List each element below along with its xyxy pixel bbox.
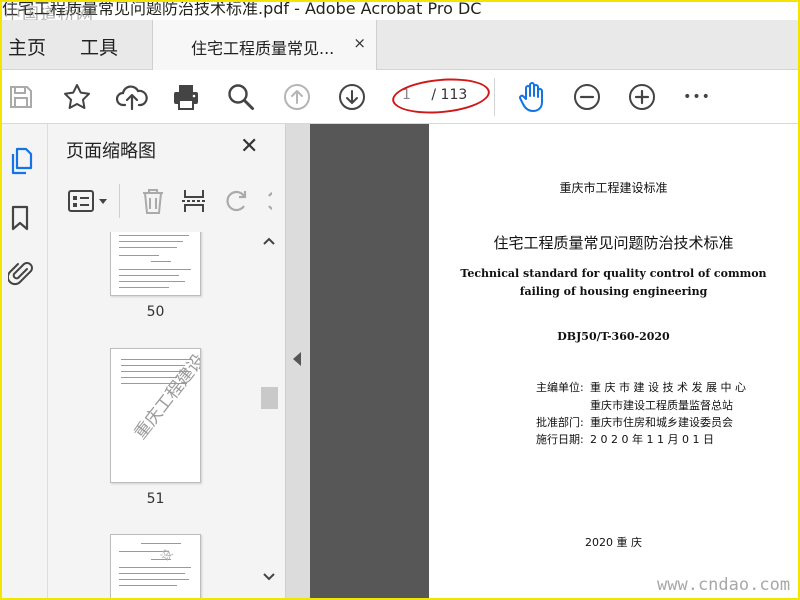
title-bar: 住宅工程质量常见问题防治技术标准.pdf - Adobe Acrobat Pro… bbox=[2, 2, 798, 20]
collapse-arrow-icon bbox=[293, 352, 301, 366]
thumbnail-list: 50 重庆工程建设 51 设 bbox=[48, 232, 256, 598]
date-label: 施行日期: bbox=[536, 433, 584, 446]
effective-date: 2 0 2 0 年 1 1 月 0 1 日 bbox=[590, 433, 714, 446]
rotate-icon bbox=[226, 190, 247, 212]
document-footer: 2020 重 庆 bbox=[585, 536, 642, 549]
zoom-out-icon bbox=[574, 84, 600, 110]
tab-bar: 主页 工具 住宅工程质量常见... × bbox=[2, 20, 798, 70]
scroll-down-arrow[interactable] bbox=[262, 572, 276, 582]
close-panel-button[interactable]: ✕ bbox=[240, 134, 258, 159]
bookmarks-button[interactable] bbox=[9, 204, 31, 232]
zoom-in-icon bbox=[629, 84, 655, 110]
previous-page-button[interactable] bbox=[280, 80, 314, 114]
pages-icon bbox=[11, 147, 33, 175]
bookmark-star-button[interactable] bbox=[60, 80, 94, 114]
paperclip-icon bbox=[8, 262, 33, 286]
search-icon bbox=[228, 84, 254, 110]
document-title-en-line2: failing of housing engineering bbox=[519, 285, 708, 298]
tab-document[interactable]: 住宅工程质量常见... × bbox=[152, 20, 377, 70]
left-rail bbox=[2, 124, 48, 598]
attachments-button[interactable] bbox=[8, 258, 34, 288]
rotate-right-icon bbox=[268, 191, 272, 211]
scroll-up-arrow[interactable] bbox=[262, 236, 276, 246]
toolbar: 1 / 113 ••• bbox=[2, 70, 798, 124]
tab-home[interactable]: 主页 bbox=[8, 33, 46, 60]
page-thumbnails-button[interactable] bbox=[8, 146, 34, 176]
thumbnail-stamp-52: 设 bbox=[158, 546, 176, 564]
editor-1: 重 庆 市 建 设 技 术 发 展 中 心 bbox=[590, 381, 746, 394]
save-button[interactable] bbox=[4, 80, 38, 114]
editor-label: 主编单位: bbox=[536, 381, 584, 394]
next-page-button[interactable] bbox=[335, 80, 369, 114]
standard-code: DBJ50/T-360-2020 bbox=[557, 330, 670, 343]
panel-title: 页面缩略图 bbox=[66, 141, 156, 162]
annotation-circle bbox=[390, 74, 492, 118]
page-extract-icon bbox=[182, 190, 206, 212]
thumbnail-stamp: 重庆工程建设 bbox=[130, 350, 201, 444]
print-button[interactable] bbox=[169, 80, 203, 114]
watermark-top: 中国道桥网 bbox=[4, 5, 94, 20]
thumbnail-number-50: 50 bbox=[146, 304, 165, 320]
document-title-cn: 住宅工程质量常见问题防治技术标准 bbox=[493, 234, 734, 252]
delete-page-button[interactable] bbox=[140, 187, 166, 215]
search-button[interactable] bbox=[224, 80, 258, 114]
editor-2: 重庆市建设工程质量监督总站 bbox=[590, 399, 733, 412]
printer-icon bbox=[174, 85, 198, 110]
trash-icon bbox=[143, 189, 163, 214]
list-options-icon bbox=[68, 190, 107, 212]
thumbnail-page-52[interactable]: 设 bbox=[110, 534, 201, 598]
document-title-en-line1: Technical standard for quality control o… bbox=[460, 267, 767, 280]
zoom-in-button[interactable] bbox=[625, 80, 659, 114]
pdf-page: 重庆市工程建设标准 住宅工程质量常见问题防治技术标准 Technical sta… bbox=[429, 124, 798, 598]
rotate-page-button[interactable] bbox=[223, 188, 251, 214]
cloud-upload-icon bbox=[116, 85, 148, 111]
standard-type: 重庆市工程建设标准 bbox=[559, 181, 668, 195]
thumbnails-panel: 页面缩略图 ✕ 50 重庆工程建设 51 设 bbox=[48, 124, 286, 598]
star-icon bbox=[64, 84, 90, 109]
arrow-down-icon bbox=[339, 84, 365, 110]
panel-toolbar bbox=[48, 182, 286, 222]
app-window: 住宅工程质量常见问题防治技术标准.pdf - Adobe Acrobat Pro… bbox=[2, 2, 798, 598]
bookmark-icon bbox=[11, 205, 29, 231]
arrow-up-icon bbox=[284, 84, 310, 110]
document-tab-label: 住宅工程质量常见... bbox=[191, 39, 335, 58]
toolbar-divider bbox=[494, 78, 495, 116]
thumbnail-scrollbar[interactable] bbox=[258, 232, 280, 598]
thumbnail-page-50[interactable] bbox=[110, 232, 201, 296]
more-tools-button[interactable]: ••• bbox=[680, 80, 714, 114]
close-tab-button[interactable]: × bbox=[353, 34, 366, 52]
tab-tools[interactable]: 工具 bbox=[80, 33, 118, 60]
extract-page-button[interactable] bbox=[181, 187, 207, 215]
hand-tool-button[interactable] bbox=[515, 80, 549, 114]
approver: 重庆市住房和城乡建设委员会 bbox=[590, 416, 733, 429]
scrollbar-thumb[interactable] bbox=[261, 387, 278, 409]
collapse-panel-button[interactable] bbox=[286, 124, 310, 598]
hand-icon bbox=[519, 82, 543, 112]
rotate-clockwise-button[interactable] bbox=[262, 188, 272, 214]
panel-toolbar-divider bbox=[119, 184, 120, 218]
chevron-up-icon bbox=[263, 237, 275, 245]
thumbnail-number-51: 51 bbox=[146, 491, 165, 507]
save-icon bbox=[10, 86, 32, 108]
chevron-down-icon bbox=[263, 573, 275, 581]
upload-button[interactable] bbox=[115, 80, 149, 114]
approver-label: 批准部门: bbox=[536, 416, 584, 429]
options-menu-button[interactable] bbox=[68, 188, 112, 214]
thumbnail-page-51[interactable]: 重庆工程建设 bbox=[110, 348, 201, 483]
zoom-out-button[interactable] bbox=[570, 80, 604, 114]
watermark-bottom: www.cndao.com bbox=[657, 575, 791, 595]
